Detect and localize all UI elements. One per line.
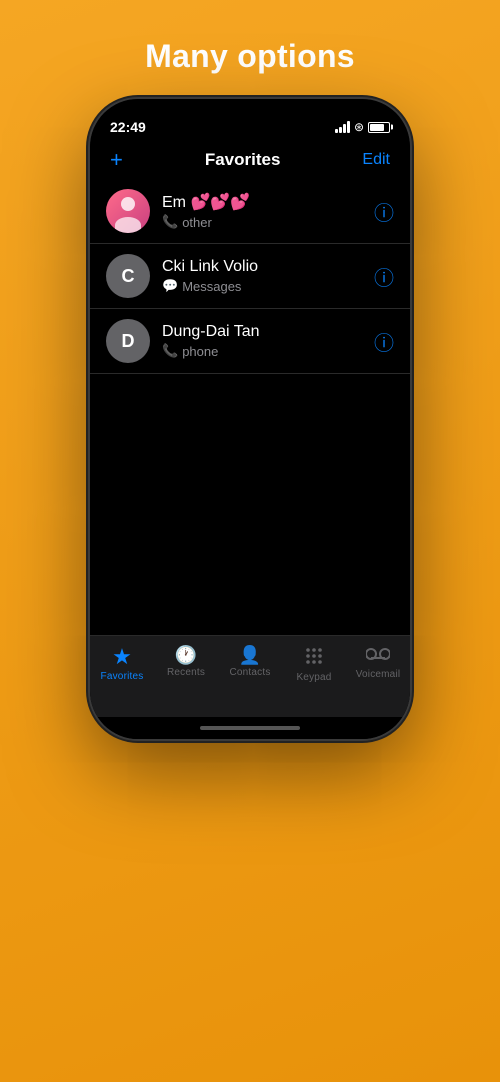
- status-icons: ⊛: [335, 120, 390, 134]
- add-favorite-button[interactable]: +: [110, 149, 123, 171]
- contact-info-cki: Cki Link Volio 💬 Messages: [162, 258, 362, 294]
- notch: [185, 99, 315, 127]
- tab-contacts[interactable]: 👤 Contacts: [218, 646, 282, 678]
- info-button-em[interactable]: ⓘ: [374, 197, 394, 226]
- contact-item-dung[interactable]: D Dung-Dai Tan 📞 phone ⓘ: [90, 309, 410, 374]
- battery-icon: [368, 122, 390, 133]
- contact-sub-dung: 📞 phone: [162, 343, 362, 359]
- tab-favorites[interactable]: ★ Favorites: [90, 646, 154, 682]
- contact-name-dung: Dung-Dai Tan: [162, 323, 362, 341]
- nav-bar: + Favorites Edit: [90, 143, 410, 179]
- voicemail-icon: [366, 646, 390, 666]
- info-button-dung[interactable]: ⓘ: [374, 327, 394, 356]
- favorites-icon: ★: [112, 646, 132, 668]
- tab-keypad[interactable]: Keypad: [282, 646, 346, 683]
- tab-recents[interactable]: 🕐 Recents: [154, 646, 218, 678]
- nav-title: Favorites: [205, 150, 281, 170]
- phone-icon-dung: 📞: [162, 343, 178, 359]
- contacts-icon: 👤: [239, 646, 261, 664]
- phone-screen: 22:49 ⊛ + Favorites Edit: [90, 99, 410, 739]
- wifi-icon: ⊛: [354, 120, 364, 134]
- status-time: 22:49: [110, 119, 146, 135]
- phone-mockup: 22:49 ⊛ + Favorites Edit: [90, 99, 410, 739]
- contact-item-cki[interactable]: C Cki Link Volio 💬 Messages ⓘ: [90, 244, 410, 309]
- home-bar: [200, 726, 300, 730]
- message-icon-cki: 💬: [162, 278, 178, 294]
- contact-sub-em: 📞 other: [162, 214, 362, 230]
- contact-info-em: Em 💕💕💕 📞 other: [162, 192, 362, 230]
- keypad-icon: [304, 646, 324, 669]
- tab-voicemail[interactable]: Voicemail: [346, 646, 410, 680]
- avatar-em: [106, 189, 150, 233]
- info-button-cki[interactable]: ⓘ: [374, 262, 394, 291]
- page-title: Many options: [145, 38, 355, 75]
- avatar-dung: D: [106, 319, 150, 363]
- contact-info-dung: Dung-Dai Tan 📞 phone: [162, 323, 362, 359]
- avatar-cki: C: [106, 254, 150, 298]
- tab-bar: ★ Favorites 🕐 Recents 👤 Contacts: [90, 635, 410, 717]
- contact-sub-cki: 💬 Messages: [162, 278, 362, 294]
- home-indicator: [90, 717, 410, 739]
- favorites-list: Em 💕💕💕 📞 other ⓘ C Cki Link Volio 💬: [90, 179, 410, 635]
- contact-name-cki: Cki Link Volio: [162, 258, 362, 276]
- phone-icon-em: 📞: [162, 214, 178, 230]
- contact-item-em[interactable]: Em 💕💕💕 📞 other ⓘ: [90, 179, 410, 244]
- recents-icon: 🕐: [175, 646, 197, 664]
- contact-name-em: Em 💕💕💕: [162, 192, 362, 212]
- signal-icon: [335, 121, 350, 133]
- edit-button[interactable]: Edit: [362, 151, 390, 169]
